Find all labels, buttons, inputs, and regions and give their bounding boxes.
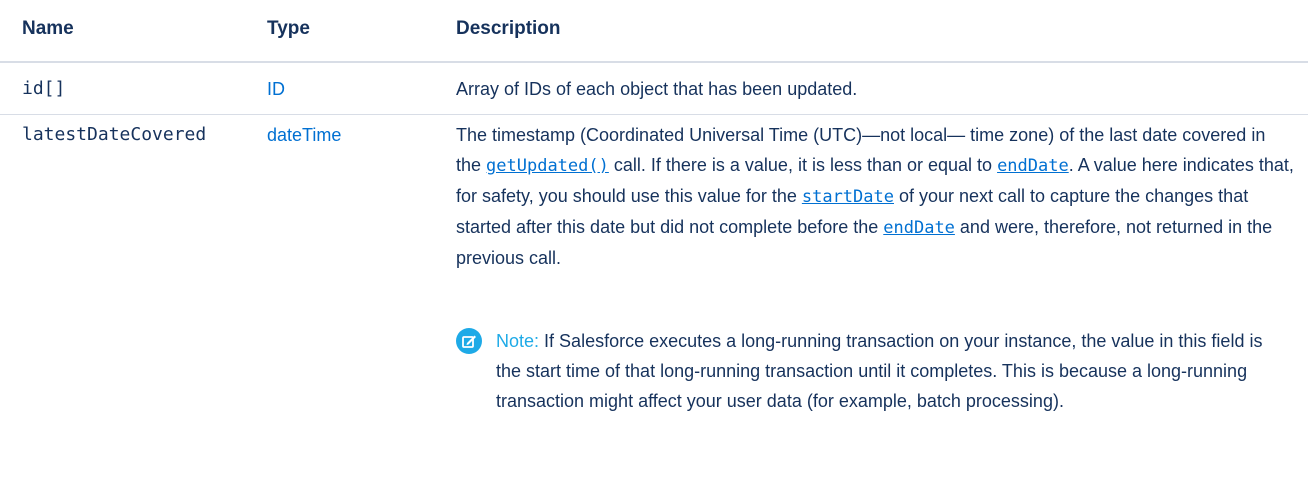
field-description: Array of IDs of each object that has bee…	[456, 79, 858, 99]
startdate-link[interactable]: startDate	[802, 187, 894, 207]
table-row: id[] ID Array of IDs of each object that…	[0, 63, 1308, 115]
field-table: Name Type Description id[] ID Array of I…	[0, 0, 1308, 499]
enddate-link[interactable]: endDate	[883, 218, 955, 238]
enddate-link[interactable]: endDate	[997, 156, 1069, 176]
column-header-description: Description	[456, 18, 561, 39]
note-text: Note: If Salesforce executes a long-runn…	[496, 326, 1276, 416]
field-name: id[]	[22, 78, 66, 99]
table-header-row: Name Type Description	[0, 0, 1308, 63]
note-label: Note:	[496, 331, 540, 351]
getupdated-link[interactable]: getUpdated()	[486, 156, 609, 176]
field-description: The timestamp (Coordinated Universal Tim…	[456, 120, 1294, 273]
table-row: latestDateCovered dateTime The timestamp…	[0, 115, 1308, 499]
description-text: call. If there is a value, it is less th…	[608, 155, 998, 175]
field-type-link[interactable]: dateTime	[267, 120, 341, 150]
field-name: latestDateCovered	[22, 124, 207, 145]
edit-note-icon	[456, 328, 482, 354]
note-body-text: If Salesforce executes a long-running tr…	[496, 331, 1263, 411]
column-header-type: Type	[267, 18, 310, 39]
column-header-name: Name	[22, 18, 74, 39]
field-type-link[interactable]: ID	[267, 74, 285, 104]
